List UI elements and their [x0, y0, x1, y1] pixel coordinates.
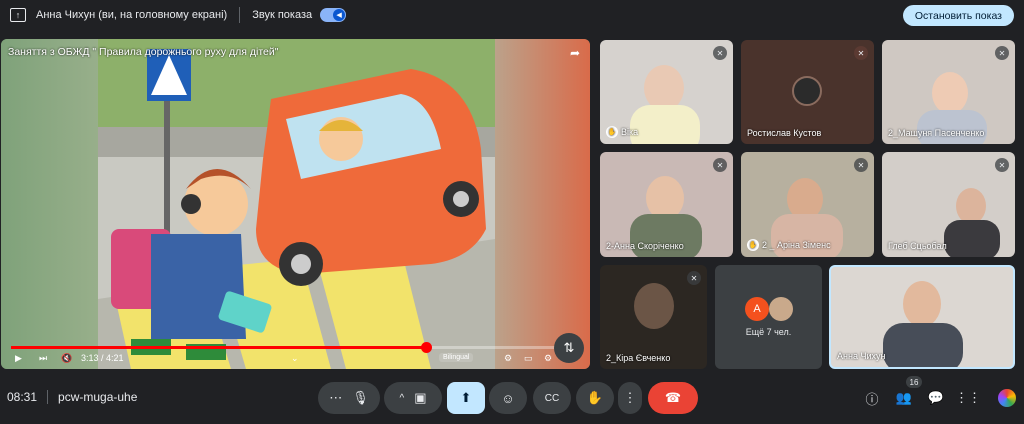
meeting-controls-bar: 08:31 pcw-muga-uhe ⋯ 🎙 ^ ▣ ⬆ ☺ CC ✋ ⋮ ☎ …	[0, 372, 1024, 424]
camera-icon[interactable]: ▣	[414, 390, 426, 406]
sound-toggle[interactable]: ◀	[320, 8, 347, 22]
avatar	[769, 297, 793, 321]
participant-name: 2_Кіра Євченко	[606, 353, 671, 363]
emoji-button[interactable]: ☺	[489, 382, 527, 414]
participant-video-body	[630, 105, 700, 144]
settings-icon[interactable]: ⚙	[504, 353, 512, 364]
participant-tile[interactable]: ✕ Глеб Сцьобал	[882, 152, 1015, 257]
mic-off-icon: ✕	[854, 158, 868, 172]
captions-button[interactable]: CC	[533, 382, 571, 414]
end-call-button[interactable]: ☎	[648, 382, 698, 414]
divider	[239, 7, 241, 23]
play-icon[interactable]: ▶	[15, 353, 22, 364]
participant-name: Глеб Сцьобал	[888, 241, 947, 251]
meeting-code: pcw-muga-uhe	[58, 390, 138, 404]
self-tile[interactable]: Анна Чихун	[829, 265, 1015, 369]
next-icon[interactable]: ⏭	[39, 353, 47, 364]
miniplayer-icon[interactable]: ▭	[524, 353, 533, 364]
share-icon[interactable]: ➦	[570, 46, 580, 60]
participant-name: Ростислав Кустов	[747, 128, 822, 138]
swap-layout-button[interactable]: ⇅	[554, 333, 584, 363]
participant-name: ✋ Віка	[606, 126, 639, 138]
apps-grid-icon[interactable]: ⋮⋮	[955, 388, 981, 408]
chevron-up-icon[interactable]: ^	[400, 393, 405, 404]
participant-tile[interactable]: ✕ 2_Кіра Євченко	[600, 265, 707, 369]
hand-raised-icon: ✋	[606, 126, 618, 138]
present-button[interactable]: ⬆	[447, 382, 485, 414]
participant-video	[634, 283, 674, 329]
participant-name: Анна Чихун	[837, 351, 886, 361]
video-time: 3:13 / 4:21	[81, 353, 124, 363]
raise-hand-button[interactable]: ✋	[576, 382, 614, 414]
presenter-label: Анна Чихун (ви, на головному екрані)	[36, 9, 228, 21]
participant-video-body	[917, 110, 987, 144]
avatar: A	[745, 297, 769, 321]
more-participants-tile[interactable]: A Ещё 7 чел.	[715, 265, 822, 369]
caption-language-badge[interactable]: Bilingual	[439, 353, 474, 362]
mic-off-icon: ✕	[713, 46, 727, 60]
mic-off-icon: ✕	[854, 46, 868, 60]
participant-name: 2-Анна Скоріченко	[606, 241, 684, 251]
clock-time: 08:31	[7, 390, 38, 404]
audio-control-group[interactable]: ⋯ 🎙	[318, 382, 380, 414]
stop-presenting-button[interactable]: Остановить показ	[902, 5, 1014, 26]
chevron-down-icon[interactable]: ⌄	[291, 353, 299, 364]
video-title: Заняття з ОБЖД " Правила дорожнього руху…	[8, 46, 279, 58]
present-screen-icon: ↑	[10, 8, 26, 22]
more-options-button[interactable]: ⋮	[618, 382, 642, 414]
participant-tile[interactable]: ✕ ✋ Віка	[600, 40, 733, 144]
participant-video-body	[944, 220, 1000, 257]
activities-icon[interactable]	[994, 388, 1020, 408]
participant-name: 2_Машуня Пасенченко	[888, 128, 985, 138]
participant-tile[interactable]: ✕ 2-Анна Скоріченко	[600, 152, 733, 257]
participant-video	[956, 188, 986, 224]
video-control-group[interactable]: ^ ▣	[384, 382, 442, 414]
people-icon[interactable]: 👥	[894, 388, 914, 408]
divider	[47, 390, 49, 404]
gear-icon[interactable]: ⚙	[544, 353, 552, 364]
participant-video	[903, 281, 941, 327]
info-icon[interactable]: ⓘ	[862, 388, 882, 408]
mic-off-icon: ✕	[713, 158, 727, 172]
participant-tile[interactable]: ✕ 2_Машуня Пасенченко	[882, 40, 1015, 144]
time-total: 4:21	[106, 353, 124, 363]
volume-muted-icon[interactable]: 🔇	[61, 353, 72, 364]
mic-off-icon: ✕	[687, 271, 701, 285]
participant-video-body	[883, 323, 963, 367]
mic-off-icon: ✕	[995, 158, 1009, 172]
speaker-icon: ◀	[333, 9, 346, 21]
time-current: 3:13	[81, 353, 99, 363]
microphone-icon[interactable]: 🎙	[352, 390, 369, 406]
avatar	[792, 76, 822, 106]
progress-fill	[11, 346, 427, 349]
participant-video	[932, 72, 968, 114]
video-progress-bar[interactable]	[11, 342, 580, 353]
meeting-info: 08:31 pcw-muga-uhe	[7, 390, 137, 404]
more-participants-label: Ещё 7 чел.	[745, 327, 792, 337]
more-options-icon[interactable]: ⋯	[329, 390, 342, 406]
mic-off-icon: ✕	[995, 46, 1009, 60]
participant-tile[interactable]: ✕ Ростислав Кустов	[741, 40, 874, 144]
sound-label: Звук показа	[252, 9, 313, 21]
hand-raised-icon: ✋	[747, 239, 759, 251]
chat-icon[interactable]: 💬	[926, 388, 946, 408]
participant-tile[interactable]: ✕ ✋ 2 _ Аріна Зіменс	[741, 152, 874, 257]
participants-count-badge: 16	[906, 376, 922, 388]
participant-name: ✋ 2 _ Аріна Зіменс	[747, 239, 831, 251]
presenting-bar: ↑ Анна Чихун (ви, на головному екрані) З…	[0, 0, 1024, 30]
shared-video[interactable]: Заняття з ОБЖД " Правила дорожнього руху…	[1, 39, 590, 369]
video-frame-illustration	[1, 39, 590, 369]
